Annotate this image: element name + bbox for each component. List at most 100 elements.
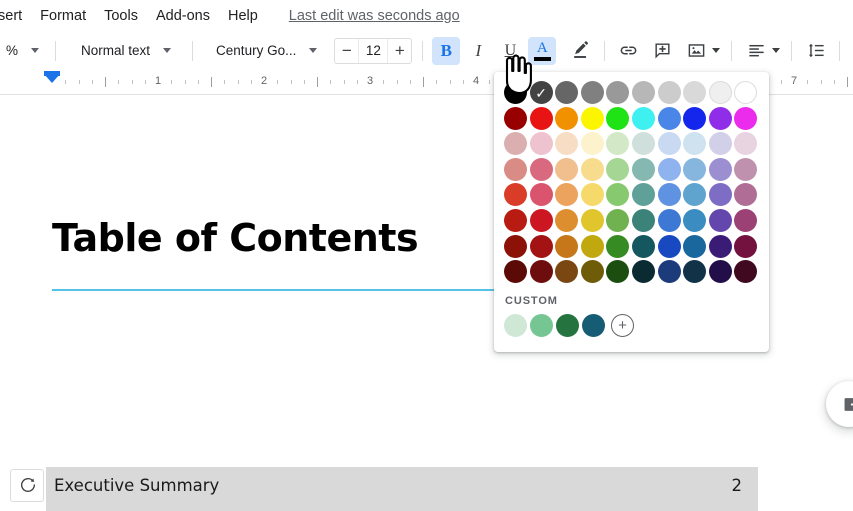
menu-item-format[interactable]: Format — [31, 5, 95, 27]
font-size-stepper[interactable]: − 12 + — [334, 37, 413, 64]
color-swatch[interactable] — [529, 208, 553, 232]
color-swatch[interactable] — [708, 183, 732, 207]
color-swatch[interactable] — [631, 208, 655, 232]
color-swatch[interactable] — [734, 208, 758, 232]
color-swatch[interactable] — [631, 183, 655, 207]
color-swatch[interactable] — [504, 260, 527, 284]
color-swatch[interactable] — [606, 106, 630, 130]
color-swatch[interactable] — [580, 208, 604, 232]
font-size-input[interactable]: 12 — [358, 38, 389, 63]
color-swatch[interactable] — [683, 157, 707, 181]
color-swatch[interactable] — [708, 157, 732, 181]
color-swatch[interactable] — [606, 81, 630, 104]
color-swatch[interactable] — [580, 234, 604, 258]
zoom-dropdown[interactable]: % — [0, 37, 48, 65]
text-color-palette-popup[interactable]: ✓ CUSTOM + — [494, 72, 769, 352]
color-swatch[interactable] — [606, 208, 630, 232]
color-swatch[interactable] — [555, 208, 579, 232]
color-swatch[interactable] — [580, 157, 604, 181]
menu-item-tools[interactable]: Tools — [95, 5, 147, 27]
color-swatch[interactable] — [580, 81, 604, 104]
color-swatch[interactable] — [631, 234, 655, 258]
color-swatch[interactable] — [580, 106, 604, 130]
color-swatch[interactable] — [734, 183, 758, 207]
align-chevron-down-icon[interactable] — [772, 48, 781, 53]
color-swatch[interactable] — [708, 106, 732, 130]
color-swatch[interactable] — [504, 106, 527, 130]
color-swatch[interactable]: ✓ — [529, 81, 553, 104]
color-swatch[interactable] — [683, 183, 707, 207]
color-swatch[interactable] — [683, 81, 707, 104]
color-swatch[interactable] — [708, 208, 732, 232]
color-swatch[interactable] — [529, 106, 553, 130]
bold-button[interactable]: B — [432, 36, 461, 65]
menu-item-insert[interactable]: sert — [0, 5, 31, 27]
add-comment-button[interactable] — [648, 37, 676, 65]
color-swatch[interactable] — [529, 260, 553, 284]
color-swatch[interactable] — [504, 234, 527, 258]
italic-button[interactable]: I — [464, 37, 492, 65]
color-swatch[interactable] — [708, 81, 732, 104]
color-swatch[interactable] — [606, 157, 630, 181]
color-swatch[interactable] — [580, 183, 604, 207]
color-swatch[interactable] — [529, 132, 553, 156]
color-swatch[interactable] — [657, 81, 681, 104]
menu-item-add-ons[interactable]: Add-ons — [147, 5, 219, 27]
color-swatch[interactable] — [555, 157, 579, 181]
color-swatch[interactable] — [683, 234, 707, 258]
color-swatch[interactable] — [683, 132, 707, 156]
color-swatch[interactable] — [529, 234, 553, 258]
color-swatch[interactable] — [683, 208, 707, 232]
color-swatch[interactable] — [504, 157, 527, 181]
color-swatch[interactable] — [555, 234, 579, 258]
color-swatch[interactable] — [734, 260, 758, 284]
menu-item-help[interactable]: Help — [219, 5, 267, 27]
color-swatch[interactable] — [657, 132, 681, 156]
color-swatch[interactable] — [708, 260, 732, 284]
color-swatch[interactable] — [657, 183, 681, 207]
custom-color-swatch[interactable] — [530, 314, 553, 338]
add-custom-color-button[interactable]: + — [611, 314, 634, 338]
color-swatch[interactable] — [631, 157, 655, 181]
color-swatch[interactable] — [683, 260, 707, 284]
color-swatch[interactable] — [606, 132, 630, 156]
color-swatch[interactable] — [529, 183, 553, 207]
insert-image-button[interactable] — [682, 37, 710, 65]
color-swatch[interactable] — [631, 260, 655, 284]
color-swatch[interactable] — [580, 132, 604, 156]
color-swatch[interactable] — [580, 260, 604, 284]
color-swatch[interactable] — [606, 260, 630, 284]
left-indent-marker[interactable] — [44, 74, 60, 83]
table-of-contents[interactable]: Executive Summary 2 Updated Chain of Com… — [46, 467, 758, 511]
color-swatch[interactable] — [734, 157, 758, 181]
color-swatch[interactable] — [657, 260, 681, 284]
color-swatch[interactable] — [657, 234, 681, 258]
custom-color-swatch[interactable] — [556, 314, 579, 338]
list-item[interactable]: Executive Summary 2 — [54, 476, 742, 511]
color-swatch[interactable] — [555, 132, 579, 156]
color-swatch[interactable] — [504, 208, 527, 232]
color-swatch[interactable] — [555, 183, 579, 207]
color-swatch[interactable] — [504, 81, 527, 104]
color-swatch[interactable] — [631, 81, 655, 104]
color-swatch[interactable] — [683, 106, 707, 130]
color-swatch[interactable] — [657, 208, 681, 232]
color-swatch[interactable] — [555, 106, 579, 130]
font-family-dropdown[interactable]: Century Go... — [208, 37, 326, 65]
color-swatch[interactable] — [529, 157, 553, 181]
color-swatch[interactable] — [606, 234, 630, 258]
color-swatch[interactable] — [708, 132, 732, 156]
color-swatch[interactable] — [708, 234, 732, 258]
line-spacing-button[interactable] — [802, 37, 830, 65]
color-swatch[interactable] — [504, 183, 527, 207]
font-size-increase-button[interactable]: + — [388, 39, 411, 63]
last-edit-status[interactable]: Last edit was seconds ago — [289, 8, 460, 24]
color-swatch[interactable] — [657, 106, 681, 130]
color-swatch[interactable] — [734, 106, 758, 130]
underline-button[interactable]: U — [496, 37, 524, 65]
font-size-decrease-button[interactable]: − — [335, 39, 358, 63]
color-swatch[interactable] — [555, 81, 579, 104]
color-swatch[interactable] — [606, 183, 630, 207]
color-swatch[interactable] — [631, 106, 655, 130]
color-swatch[interactable] — [734, 81, 758, 104]
